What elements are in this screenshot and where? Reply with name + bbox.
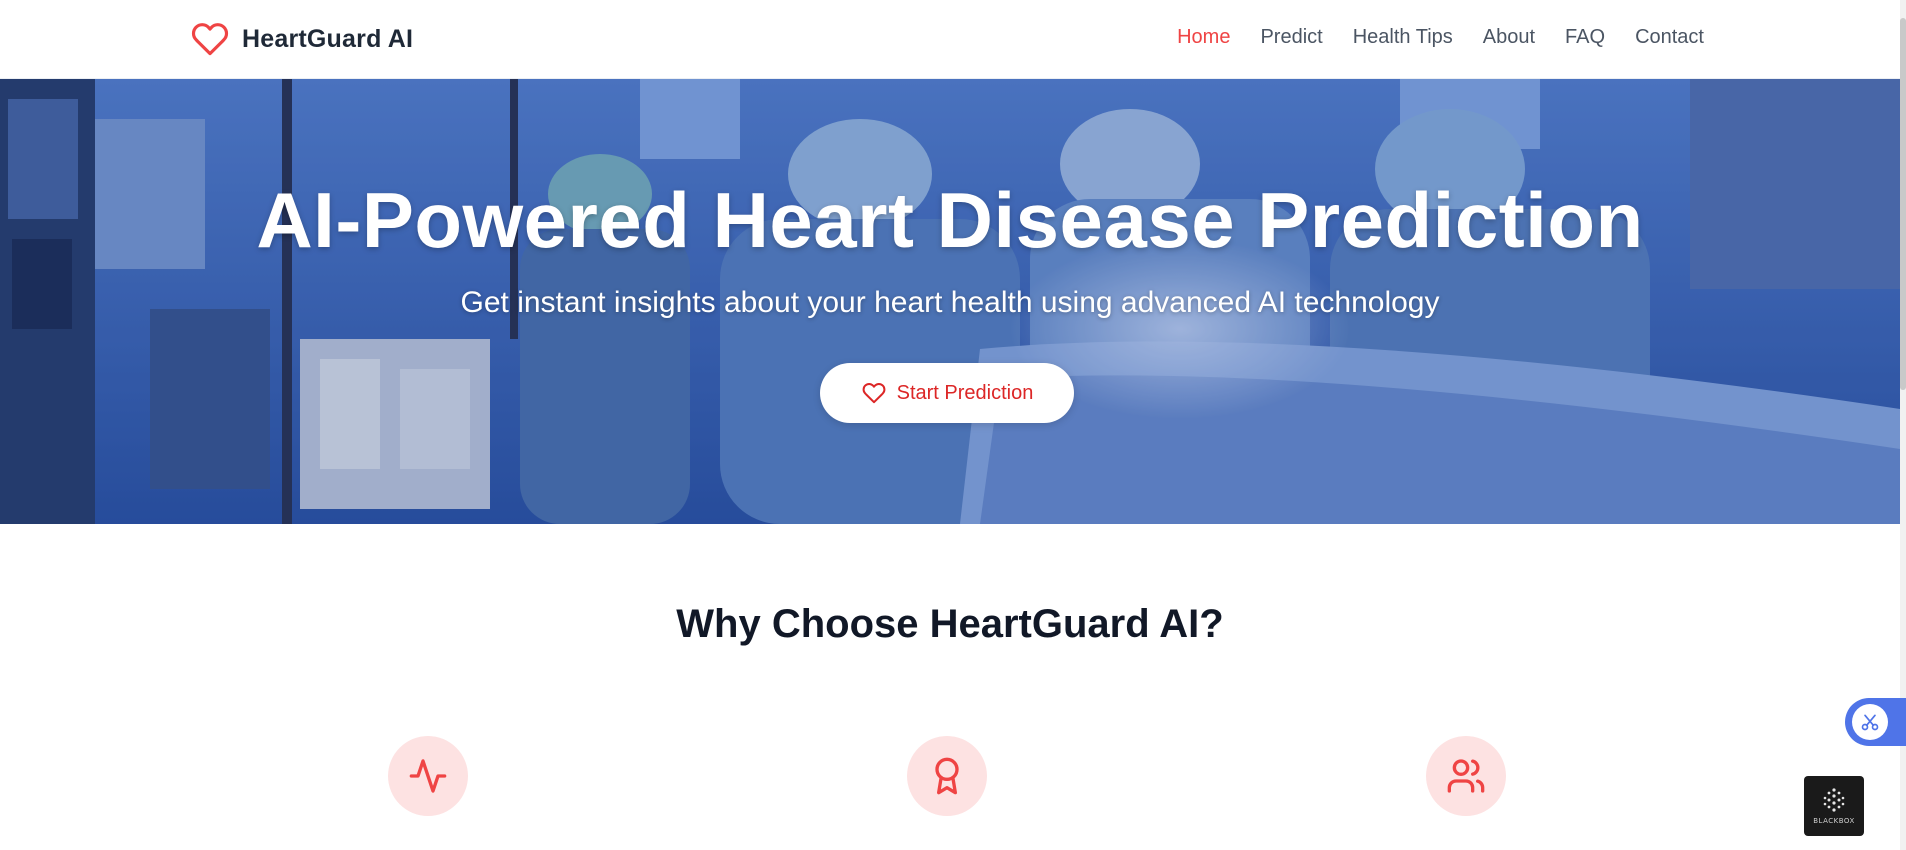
activity-icon	[409, 759, 447, 793]
feature-users	[1426, 736, 1506, 816]
heart-outline-icon	[862, 383, 885, 404]
hero-title: AI-Powered Heart Disease Prediction	[256, 176, 1644, 264]
main-nav: Home Predict Health Tips About FAQ Conta…	[1177, 26, 1704, 49]
nav-link-faq[interactable]: FAQ	[1565, 26, 1605, 49]
nav-link-about[interactable]: About	[1483, 26, 1535, 49]
blackbox-label: BLACKBOX	[1813, 817, 1855, 825]
nav-link-contact[interactable]: Contact	[1635, 26, 1704, 49]
blackbox-widget-button[interactable]: BLACKBOX	[1804, 776, 1864, 836]
hero-content: AI-Powered Heart Disease Prediction Get …	[0, 79, 1900, 524]
brand-logo[interactable]: HeartGuard AI	[190, 20, 413, 58]
feature-award	[907, 736, 987, 816]
heart-outline-icon	[191, 23, 229, 56]
start-prediction-label: Start Prediction	[896, 381, 1034, 404]
features-title: Why Choose HeartGuard AI?	[676, 602, 1224, 646]
nav-link-health-tips[interactable]: Health Tips	[1353, 26, 1453, 49]
page-scrollbar-thumb[interactable]	[1900, 18, 1906, 390]
brand-name: HeartGuard AI	[242, 24, 414, 53]
nav-link-home[interactable]: Home	[1177, 26, 1230, 49]
feature-activity	[388, 736, 468, 816]
award-icon	[935, 757, 959, 795]
scissors-icon	[1861, 714, 1879, 731]
hero-section: AI-Powered Heart Disease Prediction Get …	[0, 79, 1900, 524]
nav-link-predict[interactable]: Predict	[1260, 26, 1322, 49]
hero-subtitle: Get instant insights about your heart he…	[460, 286, 1440, 319]
users-icon	[1447, 759, 1485, 793]
dots-logo-icon	[1823, 788, 1845, 812]
scissors-icon-wrap	[1852, 704, 1888, 740]
navbar: HeartGuard AI Home Predict Health Tips A…	[0, 0, 1900, 79]
screenshot-widget-button[interactable]	[1845, 698, 1906, 746]
start-prediction-button[interactable]: Start Prediction	[820, 363, 1074, 423]
